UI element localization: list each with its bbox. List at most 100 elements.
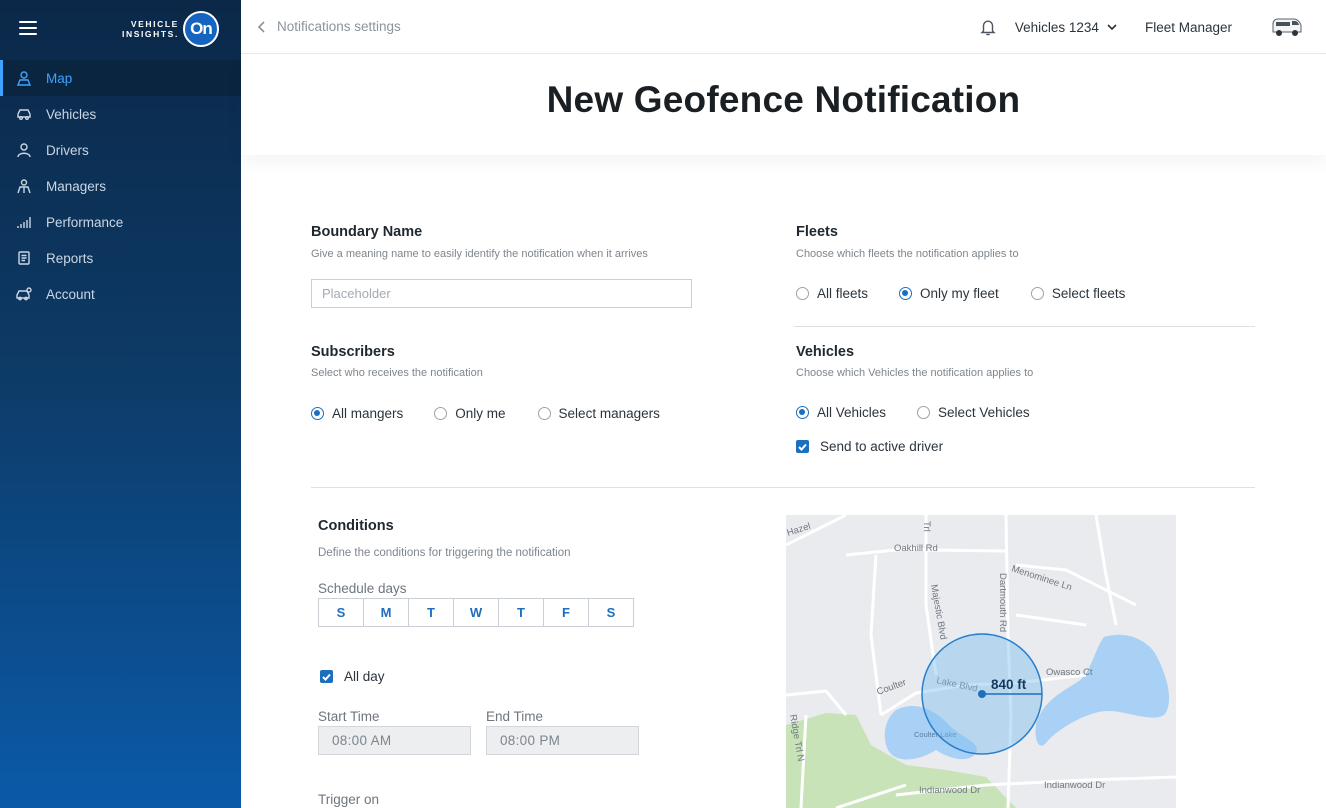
end-time-label: End Time	[486, 709, 544, 724]
vehicles-dropdown-label: Vehicles 1234	[1014, 19, 1099, 35]
start-time-label: Start Time	[318, 709, 380, 724]
sidebar-header: VEHICLE INSIGHTS. On	[0, 0, 241, 60]
radio-icon	[537, 407, 551, 420]
menu-icon[interactable]	[19, 21, 37, 35]
sidebar-item-reports[interactable]: Reports	[0, 240, 241, 276]
subscribers-radio-group: All mangers Only me Select managers	[311, 406, 660, 421]
fleets-option-all[interactable]: All fleets	[796, 286, 868, 301]
sidebar-item-account[interactable]: Account	[0, 276, 241, 312]
brand-mark: On	[182, 11, 219, 47]
sidebar-item-label: Drivers	[46, 142, 89, 158]
subscribers-option-me[interactable]: Only me	[434, 406, 506, 421]
end-time-input[interactable]: 08:00 PM	[486, 726, 639, 755]
sidebar-item-label: Account	[46, 286, 95, 302]
radio-label: Select fleets	[1051, 286, 1126, 301]
street-label-trl: Trl	[921, 521, 932, 532]
vehicles-dropdown[interactable]: Vehicles 1234	[1015, 20, 1117, 35]
geofence-center-pin[interactable]	[978, 690, 986, 698]
street-label-dartmouth: Dartmouth Rd	[997, 573, 1008, 632]
form-content: Boundary Name Give a meaning name to eas…	[241, 155, 1326, 808]
day-wednesday[interactable]: W	[453, 598, 499, 627]
fleets-option-select[interactable]: Select fleets	[1030, 286, 1126, 301]
sidebar-item-label: Managers	[46, 178, 107, 194]
document-icon	[16, 250, 32, 266]
map-pin-user-icon	[16, 70, 32, 86]
fleets-subtitle: Choose which fleets the notification app…	[796, 248, 1019, 260]
subscribers-subtitle: Select who receives the notification	[311, 367, 483, 379]
sidebar-item-label: Reports	[46, 250, 94, 266]
chevron-left-icon	[257, 20, 265, 33]
subscribers-option-all[interactable]: All mangers	[311, 406, 403, 421]
back-link[interactable]: Notifications settings	[257, 19, 401, 34]
top-bar: Notifications settings Vehicles 1234 Fle…	[241, 0, 1326, 54]
radio-selected-icon	[899, 287, 913, 300]
send-active-driver-checkbox[interactable]: Send to active driver	[796, 439, 943, 454]
street-label-oakhill: Oakhill Rd	[894, 543, 938, 554]
bell-icon[interactable]	[979, 18, 997, 36]
schedule-days-label: Schedule days	[318, 581, 407, 596]
day-sunday[interactable]: S	[318, 598, 364, 627]
sidebar-item-label: Map	[46, 70, 73, 86]
sidebar-item-managers[interactable]: Managers	[0, 168, 241, 204]
geofence-map[interactable]: Hazel Oakhill Rd Menominee Ln Dartmouth …	[786, 515, 1176, 808]
radio-label: All Vehicles	[817, 405, 887, 420]
page-header: New Geofence Notification	[241, 55, 1326, 155]
user-role-label[interactable]: Fleet Manager	[1145, 20, 1232, 35]
brand-line-2: INSIGHTS.	[122, 29, 179, 39]
day-monday[interactable]: M	[363, 598, 409, 627]
sidebar-item-vehicles[interactable]: Vehicles	[0, 96, 241, 132]
vehicles-title: Vehicles	[796, 344, 855, 360]
start-time-input[interactable]: 08:00 AM	[318, 726, 471, 755]
account-car-icon	[16, 286, 32, 302]
street-label-indianwood-1: Indianwood Dr	[919, 785, 980, 796]
brand-text: VEHICLE INSIGHTS.	[122, 19, 179, 39]
checkbox-checked-icon	[796, 440, 809, 453]
subscribers-option-select[interactable]: Select managers	[537, 406, 660, 421]
radio-label: Select managers	[558, 406, 660, 421]
day-saturday[interactable]: S	[588, 598, 634, 627]
sidebar-item-label: Vehicles	[46, 106, 97, 122]
day-friday[interactable]: F	[543, 598, 589, 627]
conditions-title: Conditions	[318, 518, 394, 534]
boundary-name-title: Boundary Name	[311, 224, 423, 240]
sidebar-item-performance[interactable]: Performance	[0, 204, 241, 240]
radio-label: Select Vehicles	[938, 405, 1030, 420]
all-day-checkbox[interactable]: All day	[320, 669, 385, 684]
divider	[311, 487, 1255, 488]
sidebar-item-map[interactable]: Map	[0, 60, 241, 96]
divider	[794, 326, 1255, 327]
radio-selected-icon	[311, 407, 324, 420]
sidebar-item-label: Performance	[46, 214, 124, 230]
radio-icon	[796, 287, 809, 300]
sidebar-item-drivers[interactable]: Drivers	[0, 132, 241, 168]
boundary-name-input[interactable]	[311, 279, 692, 308]
fleets-radio-group: All fleets Only my fleet Select fleets	[796, 286, 1125, 301]
fleets-title: Fleets	[796, 224, 838, 240]
sidebar: VEHICLE INSIGHTS. On Map Vehicles Driver…	[0, 0, 241, 808]
vehicles-radio-group: All Vehicles Select Vehicles	[796, 405, 1030, 420]
avatar[interactable]	[1270, 10, 1304, 44]
brand-logo[interactable]: VEHICLE INSIGHTS. On	[122, 10, 219, 48]
bar-chart-icon	[16, 214, 32, 230]
radio-icon	[917, 406, 931, 419]
boundary-name-subtitle: Give a meaning name to easily identify t…	[311, 248, 648, 260]
page-title: New Geofence Notification	[546, 79, 1021, 120]
day-thursday[interactable]: T	[498, 598, 544, 627]
checkbox-checked-icon	[320, 670, 333, 683]
geofence-radius-label: 840 ft	[991, 677, 1027, 692]
radio-icon	[1030, 287, 1044, 300]
subscribers-title: Subscribers	[311, 344, 395, 360]
checkbox-label: Send to active driver	[820, 439, 944, 454]
vehicles-option-all[interactable]: All Vehicles	[796, 405, 886, 420]
vehicles-option-select[interactable]: Select Vehicles	[917, 405, 1030, 420]
chevron-down-icon	[1107, 24, 1117, 31]
driver-icon	[16, 142, 32, 158]
day-tuesday[interactable]: T	[408, 598, 454, 627]
vehicles-subtitle: Choose which Vehicles the notification a…	[796, 367, 1034, 379]
managers-icon	[16, 178, 32, 194]
radio-selected-icon	[796, 406, 809, 419]
back-link-label: Notifications settings	[277, 19, 401, 34]
fleets-option-mine[interactable]: Only my fleet	[899, 286, 999, 301]
radio-label: Only my fleet	[920, 286, 999, 301]
brand-line-1: VEHICLE	[130, 19, 179, 29]
